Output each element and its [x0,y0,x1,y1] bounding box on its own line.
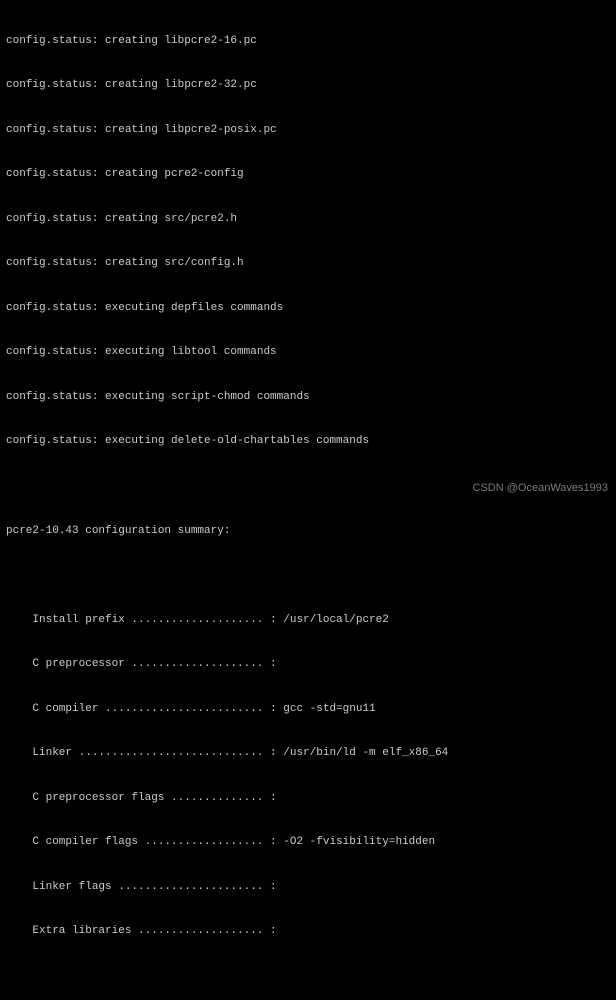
config-line: Build 8-bit pcre2 library ......... : ye… [6,999,610,1000]
status-line: config.status: creating pcre2-config [6,167,610,182]
status-line: config.status: executing delete-old-char… [6,434,610,449]
blank-line [6,568,610,583]
config-line: C compiler flags .................. : -O… [6,835,610,850]
config-line: C preprocessor flags .............. : [6,791,610,806]
config-line: C preprocessor .................... : [6,657,610,672]
config-line: Extra libraries ................... : [6,924,610,939]
summary-header: pcre2-10.43 configuration summary: [6,524,610,539]
status-line: config.status: creating libpcre2-posix.p… [6,123,610,138]
config-line: Linker flags ...................... : [6,880,610,895]
config-line: Linker ............................ : /u… [6,746,610,761]
config-line: Install prefix .................... : /u… [6,613,610,628]
config-line: C compiler ........................ : gc… [6,702,610,717]
status-line: config.status: creating src/pcre2.h [6,212,610,227]
status-line: config.status: executing libtool command… [6,345,610,360]
status-line: config.status: creating src/config.h [6,256,610,271]
status-line: config.status: creating libpcre2-32.pc [6,78,610,93]
terminal-output: config.status: creating libpcre2-16.pc c… [6,4,610,1000]
status-line: config.status: executing script-chmod co… [6,390,610,405]
status-line: config.status: executing depfiles comman… [6,301,610,316]
watermark: CSDN @OceanWaves1993 [473,481,608,496]
status-line: config.status: creating libpcre2-16.pc [6,34,610,49]
